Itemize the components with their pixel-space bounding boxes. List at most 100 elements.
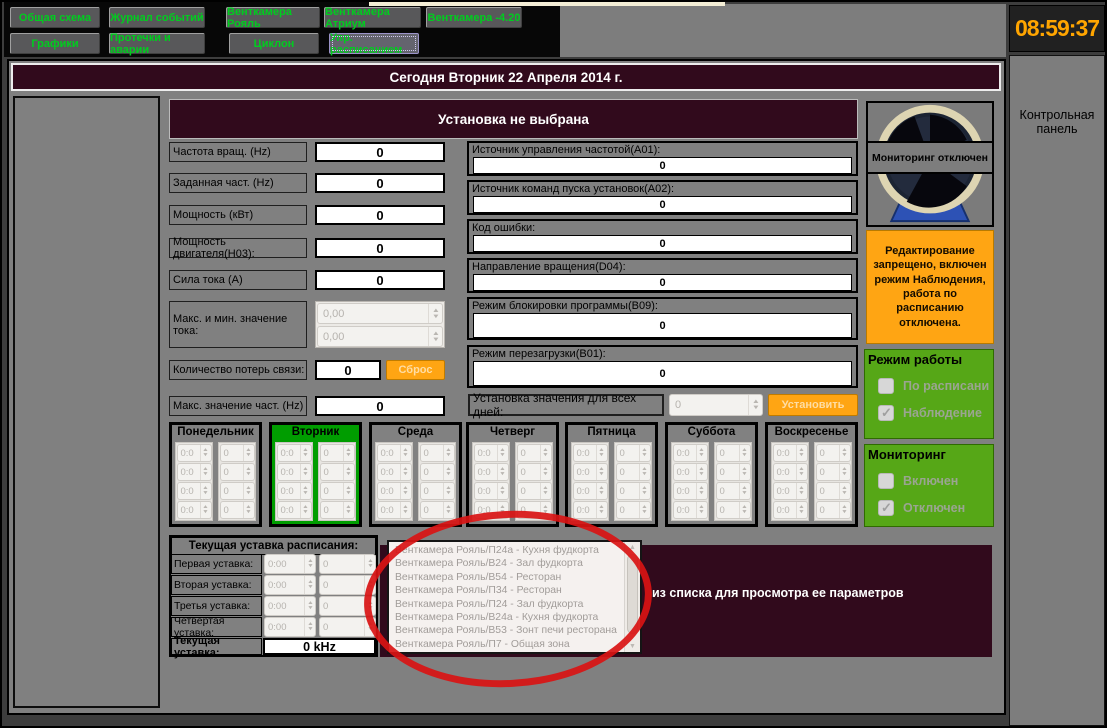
set-all-days-button[interactable]: Установить (768, 394, 858, 416)
spinner-arrows[interactable]: ▲▼ (497, 483, 508, 499)
list-item[interactable]: Венткамера Рояль/П7 - Общая зона (395, 638, 640, 651)
spin-down-icon[interactable]: ▼ (641, 472, 648, 477)
spinner[interactable]: 0▲▼ (320, 482, 355, 500)
spin-down-icon[interactable]: ▼ (302, 453, 309, 458)
spin-down-icon[interactable]: ▼ (345, 472, 352, 477)
spinner-arrows[interactable]: ▲▼ (300, 483, 311, 499)
spin-down-icon[interactable]: ▼ (751, 405, 759, 411)
spin-down-icon[interactable]: ▼ (202, 453, 209, 458)
spinner-arrows[interactable]: ▲▼ (343, 464, 354, 480)
spin-down-icon[interactable]: ▼ (641, 453, 648, 458)
spinner-arrows[interactable]: ▲▼ (304, 555, 315, 573)
spinner[interactable]: 0:0▲▼ (474, 463, 509, 481)
spinner[interactable]: 0:0▲▼ (773, 482, 808, 500)
spin-down-icon[interactable]: ▼ (542, 472, 549, 477)
spinner-arrows[interactable]: ▲▼ (796, 483, 807, 499)
spinner-arrows[interactable]: ▲▼ (443, 502, 454, 518)
spinner-arrows[interactable]: ▲▼ (300, 445, 311, 461)
spinner-arrows[interactable]: ▲▼ (300, 464, 311, 480)
spinner-arrows[interactable]: ▲▼ (596, 464, 607, 480)
spinner[interactable]: 0▲▼ (319, 596, 376, 616)
spin-down-icon[interactable]: ▼ (345, 453, 352, 458)
spinner-arrows[interactable]: ▲▼ (596, 502, 607, 518)
spinner-arrows[interactable]: ▲▼ (243, 445, 254, 461)
toolbar-button[interactable]: Циклон (229, 33, 319, 54)
list-item[interactable]: Венткамера Рояль/П24 - Зал фудкорта (395, 598, 640, 611)
spinner-arrows[interactable]: ▲▼ (428, 304, 442, 323)
spinner[interactable]: 0▲▼ (517, 463, 552, 481)
spin-down-icon[interactable]: ▼ (841, 510, 848, 515)
toolbar-button[interactable]: Упр. расписанием (329, 33, 419, 54)
checkbox-icon[interactable] (878, 405, 894, 421)
spinner-arrows[interactable]: ▲▼ (497, 464, 508, 480)
checkbox-icon[interactable] (878, 378, 894, 394)
spinner[interactable]: 0:00▲▼ (264, 617, 316, 637)
spinner-arrows[interactable]: ▲▼ (400, 445, 411, 461)
spin-down-icon[interactable]: ▼ (367, 606, 374, 611)
spin-down-icon[interactable]: ▼ (798, 453, 805, 458)
spin-down-icon[interactable]: ▼ (698, 510, 705, 515)
spinner[interactable]: 0:0▲▼ (673, 444, 708, 462)
spinner[interactable]: 0▲▼ (220, 501, 255, 519)
spinner-arrows[interactable]: ▲▼ (839, 502, 850, 518)
spinner-arrows[interactable]: ▲▼ (639, 464, 650, 480)
spin-down-icon[interactable]: ▼ (841, 491, 848, 496)
spin-down-icon[interactable]: ▼ (698, 453, 705, 458)
spinner-arrows[interactable]: ▲▼ (839, 445, 850, 461)
spin-down-icon[interactable]: ▼ (499, 453, 506, 458)
spinner-arrows[interactable]: ▲▼ (364, 597, 375, 615)
spinner[interactable]: 0:0▲▼ (277, 501, 312, 519)
spinner[interactable]: 0:0▲▼ (773, 444, 808, 462)
spinner-arrows[interactable]: ▲▼ (243, 502, 254, 518)
spin-down-icon[interactable]: ▼ (598, 491, 605, 496)
spinner-arrows[interactable]: ▲▼ (200, 483, 211, 499)
spinner-arrows[interactable]: ▲▼ (364, 576, 375, 594)
spin-down-icon[interactable]: ▼ (431, 337, 439, 343)
spin-down-icon[interactable]: ▼ (641, 510, 648, 515)
spin-down-icon[interactable]: ▼ (402, 472, 409, 477)
spin-down-icon[interactable]: ▼ (542, 510, 549, 515)
spinner-arrows[interactable]: ▲▼ (443, 445, 454, 461)
spinner-arrows[interactable]: ▲▼ (696, 502, 707, 518)
spinner[interactable]: 0:0▲▼ (474, 444, 509, 462)
spin-down-icon[interactable]: ▼ (202, 491, 209, 496)
spin-down-icon[interactable]: ▼ (307, 564, 314, 569)
spinner-arrows[interactable]: ▲▼ (696, 445, 707, 461)
spin-down-icon[interactable]: ▼ (841, 472, 848, 477)
spin-down-icon[interactable]: ▼ (499, 472, 506, 477)
spin-down-icon[interactable]: ▼ (302, 491, 309, 496)
spin-down-icon[interactable]: ▼ (307, 585, 314, 590)
spin-down-icon[interactable]: ▼ (598, 472, 605, 477)
spinner[interactable]: 0:0▲▼ (573, 482, 608, 500)
spin-down-icon[interactable]: ▼ (345, 491, 352, 496)
spinner-arrows[interactable]: ▲▼ (639, 445, 650, 461)
list-item[interactable]: Венткамера Рояль/В24а - Кухня фудкорта (395, 611, 640, 624)
spinner[interactable]: 0:0▲▼ (377, 482, 412, 500)
spinner-arrows[interactable]: ▲▼ (739, 502, 750, 518)
checkbox-option[interactable]: Отключен (878, 500, 993, 516)
spinner[interactable]: 0▲▼ (816, 463, 851, 481)
spinner-arrows[interactable]: ▲▼ (540, 502, 551, 518)
spinner[interactable]: 0▲▼ (816, 501, 851, 519)
spin-down-icon[interactable]: ▼ (367, 585, 374, 590)
spinner[interactable]: 0▲▼ (320, 444, 355, 462)
spinner[interactable]: 0:0▲▼ (673, 463, 708, 481)
spin-down-icon[interactable]: ▼ (698, 491, 705, 496)
spin-down-icon[interactable]: ▼ (741, 510, 748, 515)
spinner-arrows[interactable]: ▲▼ (497, 445, 508, 461)
spinner[interactable]: 0:0▲▼ (177, 501, 212, 519)
checkbox-icon[interactable] (878, 500, 894, 516)
spinner[interactable]: 0▲▼ (517, 482, 552, 500)
spin-down-icon[interactable]: ▼ (245, 510, 252, 515)
spinner[interactable]: 0▲▼ (420, 501, 455, 519)
spinner-arrows[interactable]: ▲▼ (748, 395, 762, 415)
list-item[interactable]: Венткамера Рояль/В24 - Зал фудкорта (395, 557, 640, 570)
spin-down-icon[interactable]: ▼ (445, 472, 452, 477)
spinner[interactable]: 0:0▲▼ (573, 444, 608, 462)
spinner-arrows[interactable]: ▲▼ (200, 464, 211, 480)
spinner-arrows[interactable]: ▲▼ (304, 597, 315, 615)
spinner[interactable]: 0:0▲▼ (474, 482, 509, 500)
checkbox-option[interactable]: Наблюдение (878, 405, 993, 421)
spinner-arrows[interactable]: ▲▼ (696, 464, 707, 480)
spinner-arrows[interactable]: ▲▼ (243, 464, 254, 480)
